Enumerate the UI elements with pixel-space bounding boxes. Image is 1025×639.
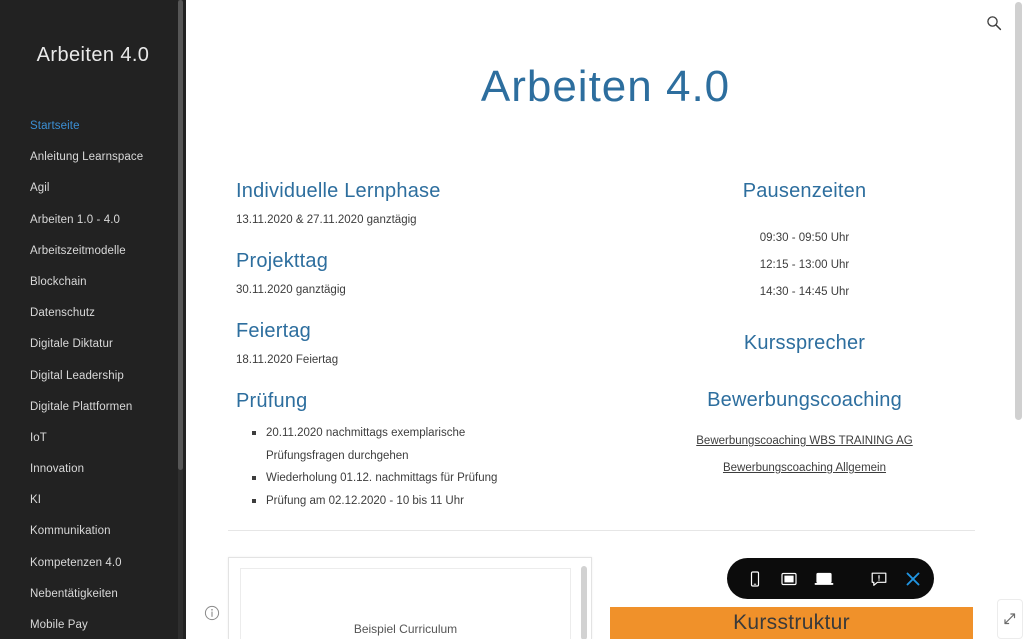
curriculum-label: Beispiel Curriculum xyxy=(353,622,458,636)
main-content: Arbeiten 4.0 Individuelle Lernphase 13.1… xyxy=(186,0,1025,639)
sidebar-item-nebent-tigkeiten[interactable]: Nebentätigkeiten xyxy=(0,587,186,618)
feedback-comment-icon[interactable] xyxy=(869,567,889,591)
curriculum-card[interactable]: Beispiel Curriculum xyxy=(228,557,592,639)
sidebar-item-kommunikation[interactable]: Kommunikation xyxy=(0,524,186,555)
content-columns: Individuelle Lernphase 13.11.2020 & 27.1… xyxy=(186,160,1025,512)
pausenzeiten-list: 09:30 - 09:50 Uhr 12:15 - 13:00 Uhr 14:30 … xyxy=(606,225,1003,306)
close-x-icon[interactable] xyxy=(903,567,923,591)
pruefung-list-item: Prüfung am 02.12.2020 - 10 bis 11 Uhr xyxy=(236,490,546,513)
mobile-phone-icon[interactable] xyxy=(745,567,765,591)
tablet-icon[interactable] xyxy=(779,567,799,591)
device-preview-toolbar xyxy=(727,558,934,599)
sidebar-item-innovation[interactable]: Innovation xyxy=(0,462,186,493)
bewerbungscoaching-link[interactable]: Bewerbungscoaching WBS TRAINING AG xyxy=(606,428,1003,455)
sidebar-item-ki[interactable]: KI xyxy=(0,493,186,524)
kursstruktur-banner-label: Kursstruktur xyxy=(733,611,850,634)
body-projekttag: 30.11.2020 ganztägig xyxy=(236,284,346,296)
sidebar-item-anleitung-learnspace[interactable]: Anleitung Learnspace xyxy=(0,150,186,181)
pruefung-list: 20.11.2020 nachmittags exemplarische Prü… xyxy=(236,422,606,512)
kursstruktur-banner[interactable]: Kursstruktur xyxy=(610,607,973,639)
right-column: Pausenzeiten 09:30 - 09:50 Uhr 12:15 - 13… xyxy=(606,160,1025,512)
bewerbungscoaching-links: Bewerbungscoaching WBS TRAINING AG Bewerb… xyxy=(606,428,1003,482)
laptop-icon[interactable] xyxy=(813,567,835,591)
page-title: Arbeiten 4.0 xyxy=(480,62,731,111)
heading-projekttag: Projekttag xyxy=(236,250,329,272)
sidebar-item-digitale-diktatur[interactable]: Digitale Diktatur xyxy=(0,337,186,368)
app-window: Arbeiten 4.0 Startseite Anleitung Learnsp… xyxy=(0,0,1025,639)
heading-individuelle-lernphase: Individuelle Lernphase xyxy=(236,180,441,202)
sidebar-title: Arbeiten 4.0 xyxy=(36,44,150,66)
sidebar-item-kompetenzen-4-0[interactable]: Kompetenzen 4.0 xyxy=(0,556,186,587)
sidebar-item-blockchain[interactable]: Blockchain xyxy=(0,275,186,306)
pruefung-list-item: 20.11.2020 nachmittags exemplarische Prü… xyxy=(236,422,546,467)
sidebar-item-agil[interactable]: Agil xyxy=(0,181,186,212)
curriculum-scrollbar-thumb[interactable] xyxy=(581,566,587,639)
sidebar-nav: Startseite Anleitung Learnspace Agil Arbeit… xyxy=(0,119,186,639)
sidebar-item-mobile-pay[interactable]: Mobile Pay xyxy=(0,618,186,639)
sidebar: Arbeiten 4.0 Startseite Anleitung Learnsp… xyxy=(0,0,186,639)
resize-handle-icon[interactable] xyxy=(997,599,1023,639)
curriculum-preview: Beispiel Curriculum xyxy=(240,568,571,639)
heading-bewerbungscoaching: Bewerbungscoaching xyxy=(707,389,902,411)
search-icon[interactable] xyxy=(981,10,1007,36)
sidebar-scrollbar-track[interactable] xyxy=(178,0,183,639)
sidebar-item-arbeiten-1-0-4-0[interactable]: Arbeiten 1.0 - 4.0 xyxy=(0,213,186,244)
sidebar-item-digital-leadership[interactable]: Digital Leadership xyxy=(0,369,186,400)
content-divider xyxy=(228,530,975,531)
sidebar-item-digitale-plattformen[interactable]: Digitale Plattformen xyxy=(0,400,186,431)
heading-kurssprecher: Kurssprecher xyxy=(743,332,866,354)
pausenzeit-row: 09:30 - 09:50 Uhr xyxy=(759,232,850,244)
sidebar-item-iot[interactable]: IoT xyxy=(0,431,186,462)
sidebar-item-startseite[interactable]: Startseite xyxy=(0,119,186,150)
sidebar-item-datenschutz[interactable]: Datenschutz xyxy=(0,306,186,337)
sidebar-scrollbar-thumb[interactable] xyxy=(178,0,183,470)
sidebar-item-arbeitszeitmodelle[interactable]: Arbeitszeitmodelle xyxy=(0,244,186,275)
info-icon[interactable] xyxy=(204,605,220,621)
heading-feiertag: Feiertag xyxy=(236,320,311,342)
pruefung-list-item: Wiederholung 01.12. nachmittags für Prüf… xyxy=(236,467,546,490)
main-scrollbar-thumb[interactable] xyxy=(1015,2,1022,420)
heading-pausenzeiten: Pausenzeiten xyxy=(742,180,867,202)
heading-pruefung: Prüfung xyxy=(236,390,308,412)
bewerbungscoaching-link[interactable]: Bewerbungscoaching Allgemein xyxy=(606,455,1003,482)
body-feiertag: 18.11.2020 Feiertag xyxy=(236,354,339,366)
pausenzeit-row: 14:30 - 14:45 Uhr xyxy=(759,286,850,298)
left-column: Individuelle Lernphase 13.11.2020 & 27.1… xyxy=(186,160,606,512)
body-individuelle-lernphase: 13.11.2020 & 27.11.2020 ganztägig xyxy=(236,214,417,226)
pausenzeit-row: 12:15 - 13:00 Uhr xyxy=(759,259,850,271)
